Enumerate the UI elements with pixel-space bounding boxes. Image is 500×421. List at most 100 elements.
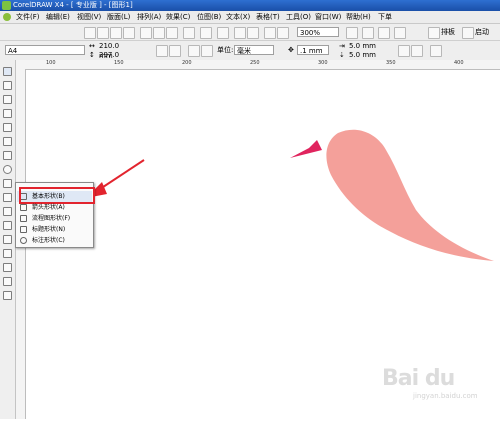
banner-icon	[20, 226, 27, 233]
corel-online-icon[interactable]	[277, 27, 289, 39]
height-icon: ↕	[89, 51, 95, 59]
polygon-tool-icon[interactable]	[3, 179, 12, 188]
current-page-icon[interactable]	[201, 45, 213, 57]
launch-label[interactable]: 启动	[475, 27, 489, 37]
app-icon	[2, 1, 11, 10]
menu-bitmaps[interactable]: 位图(B)	[197, 11, 221, 23]
ruler-label: 250	[250, 60, 260, 66]
paste-icon[interactable]	[166, 27, 178, 39]
flyout-item-flowchart-shapes[interactable]: 流程图形状(F)	[17, 213, 92, 224]
watermark-logo: Bai du	[382, 366, 455, 391]
layout-label[interactable]: 排板	[441, 27, 455, 37]
toolbox	[0, 60, 16, 419]
zoom-select[interactable]: 300%	[297, 27, 339, 37]
launch-icon[interactable]	[462, 27, 474, 39]
horizontal-ruler[interactable]: 100 150 200 250 300 350 400	[16, 60, 500, 70]
ruler-label: 300	[318, 60, 328, 66]
all-pages-icon[interactable]	[188, 45, 200, 57]
ruler-label: 150	[114, 60, 124, 66]
fill-tool-icon[interactable]	[3, 291, 12, 300]
arrow-shape-icon	[20, 204, 27, 211]
table-tool-icon[interactable]	[3, 207, 12, 216]
flyout-item-label: 箭头形状(A)	[32, 204, 65, 211]
units-toggle-icon[interactable]	[398, 45, 410, 57]
treat-as-filled-icon[interactable]	[411, 45, 423, 57]
connector-tool-icon[interactable]	[3, 235, 12, 244]
app-menu-icon[interactable]	[3, 13, 11, 21]
flyout-item-label: 流程图形状(F)	[32, 215, 71, 222]
flyout-item-basic-shapes[interactable]: 基本形状(B)	[17, 187, 95, 204]
flyout-item-callout-shapes[interactable]: 标注形状(C)	[17, 235, 92, 246]
layout-icon[interactable]	[428, 27, 440, 39]
smart-fill-icon[interactable]	[3, 137, 12, 146]
welcome-icon[interactable]	[378, 27, 390, 39]
window-title: CorelDRAW X4 - [ 专业版 ] - [图形1]	[13, 1, 133, 9]
callout-icon	[20, 237, 27, 244]
landscape-icon[interactable]	[169, 45, 181, 57]
menu-file[interactable]: 文件(F)	[16, 11, 40, 23]
teardrop-shape[interactable]	[326, 129, 494, 261]
import-icon[interactable]	[234, 27, 246, 39]
dup-y-icon: ⇣	[339, 51, 345, 59]
page-size-select[interactable]: A4	[5, 45, 85, 55]
flyout-item-label: 标题形状(N)	[32, 226, 66, 233]
blend-tool-icon[interactable]	[3, 249, 12, 258]
standard-toolbar: 300% 排板 启动	[0, 24, 500, 41]
menu-layout[interactable]: 版面(L)	[107, 11, 130, 23]
duplicate-y-field[interactable]: 5.0 mm	[347, 50, 381, 60]
menu-text[interactable]: 文本(X)	[226, 11, 250, 23]
menu-edit[interactable]: 编辑(E)	[46, 11, 70, 23]
outline-tool-icon[interactable]	[3, 277, 12, 286]
menu-order[interactable]: 下单	[378, 11, 392, 23]
page-height-field[interactable]: 297.0 mm	[97, 50, 133, 69]
align-icon[interactable]	[430, 45, 442, 57]
export-icon[interactable]	[247, 27, 259, 39]
options-icon[interactable]	[362, 27, 374, 39]
freehand-tool-icon[interactable]	[3, 123, 12, 132]
eyedropper-tool-icon[interactable]	[3, 263, 12, 272]
portrait-icon[interactable]	[156, 45, 168, 57]
title-bar: CorelDRAW X4 - [ 专业版 ] - [图形1]	[0, 0, 500, 11]
print-icon[interactable]	[123, 27, 135, 39]
spike-shape[interactable]	[290, 140, 322, 158]
ruler-label: 400	[454, 60, 464, 66]
pointer-arrow-line	[96, 159, 145, 192]
units-select[interactable]: 毫米	[234, 45, 274, 55]
flyout-item-label: 标注形状(C)	[32, 237, 65, 244]
search-icon[interactable]	[217, 27, 229, 39]
crop-tool-icon[interactable]	[3, 95, 12, 104]
watermark-url: jingyan.baidu.com	[413, 392, 478, 400]
redo-icon[interactable]	[200, 27, 212, 39]
undo-icon[interactable]	[183, 27, 195, 39]
new-icon[interactable]	[84, 27, 96, 39]
menu-arrange[interactable]: 排列(A)	[137, 11, 161, 23]
units-label: 单位:	[217, 46, 234, 54]
ellipse-tool-icon[interactable]	[3, 165, 12, 174]
text-tool-icon[interactable]	[3, 193, 12, 202]
nudge-field[interactable]: .1 mm	[297, 45, 329, 55]
shape-tool-icon[interactable]	[3, 81, 12, 90]
menu-bar: 文件(F) 编辑(E) 视图(V) 版面(L) 排列(A) 效果(C) 位图(B…	[0, 11, 500, 24]
nudge-icon: ✥	[288, 46, 294, 54]
docker-icon[interactable]	[394, 27, 406, 39]
dimension-tool-icon[interactable]	[3, 221, 12, 230]
open-icon[interactable]	[97, 27, 109, 39]
menu-window[interactable]: 窗口(W)	[315, 11, 341, 23]
menu-effects[interactable]: 效果(C)	[166, 11, 190, 23]
menu-tools[interactable]: 工具(O)	[286, 11, 311, 23]
menu-help[interactable]: 帮助(H)	[346, 11, 371, 23]
save-icon[interactable]	[110, 27, 122, 39]
app-launcher-icon[interactable]	[264, 27, 276, 39]
snap-icon[interactable]	[346, 27, 358, 39]
menu-table[interactable]: 表格(T)	[256, 11, 280, 23]
pick-tool-icon[interactable]	[3, 67, 12, 76]
copy-icon[interactable]	[153, 27, 165, 39]
flowchart-icon	[20, 215, 27, 222]
ruler-label: 200	[182, 60, 192, 66]
flyout-item-banner-shapes[interactable]: 标题形状(N)	[17, 224, 92, 235]
menu-view[interactable]: 视图(V)	[77, 11, 101, 23]
flyout-item-arrow-shapes[interactable]: 箭头形状(A)	[17, 202, 92, 213]
rectangle-tool-icon[interactable]	[3, 151, 12, 160]
zoom-tool-icon[interactable]	[3, 109, 12, 118]
cut-icon[interactable]	[140, 27, 152, 39]
